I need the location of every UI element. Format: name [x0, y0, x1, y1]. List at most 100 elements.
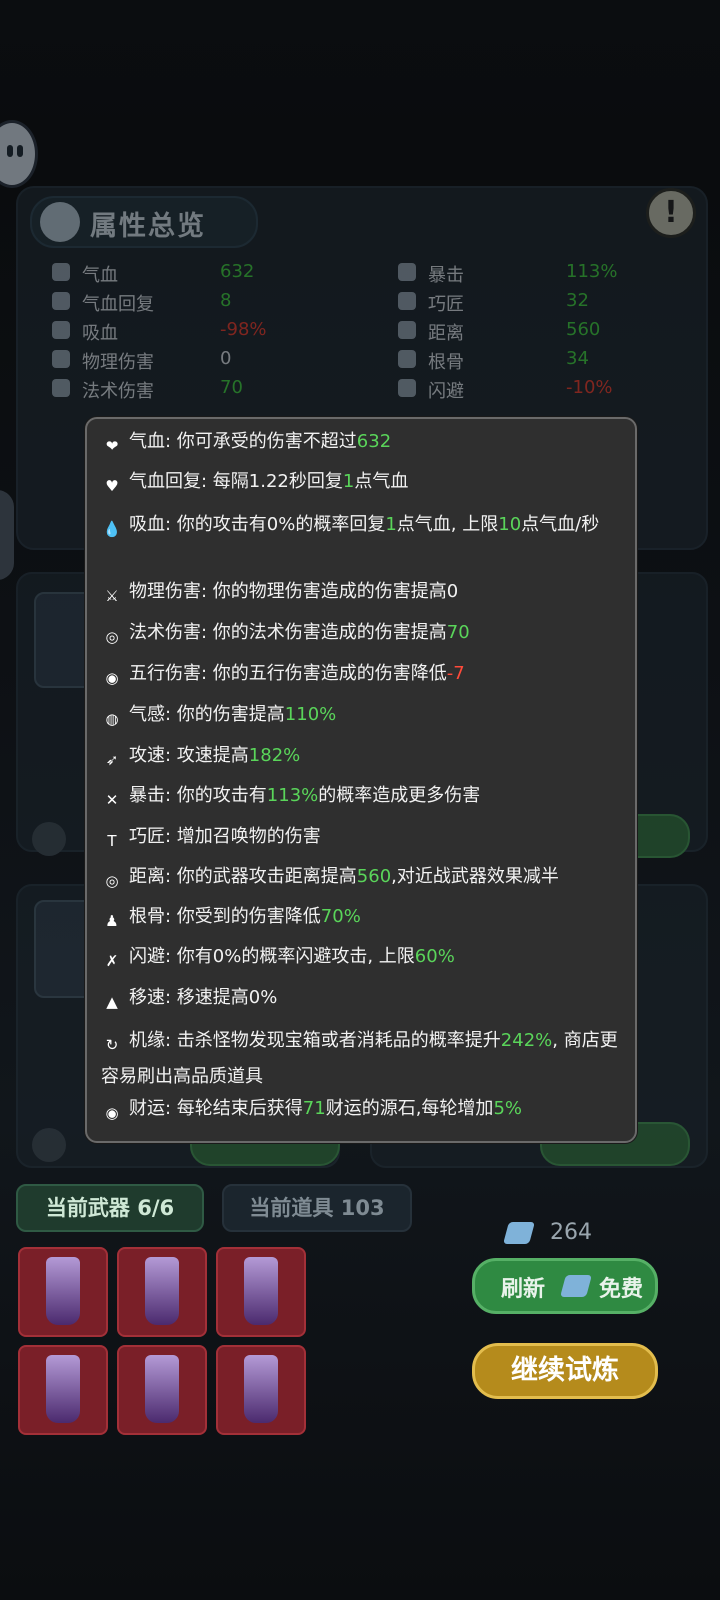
tooltip-text: 182% — [248, 745, 301, 766]
stat-value: 8 — [220, 290, 232, 311]
stat-icon — [398, 321, 416, 339]
stat-icon — [52, 350, 70, 368]
tooltip-text: 闪避: 你有0%的概率闪避攻击, 上限 — [129, 946, 415, 967]
blood-drop-icon: 💧 — [102, 520, 122, 538]
continue-trial-button[interactable]: 继续试炼 — [472, 1343, 658, 1399]
tooltip-text: 暴击: 你的攻击有 — [129, 785, 267, 806]
lock-icon[interactable] — [32, 822, 66, 856]
stat-icon — [52, 321, 70, 339]
heart-icon: ❤ — [105, 437, 119, 455]
chat-float-button[interactable] — [0, 120, 38, 188]
coin-icon: ◉ — [105, 1104, 119, 1122]
stat-icon — [398, 350, 416, 368]
lock-icon[interactable] — [32, 1128, 66, 1162]
tooltip-text: 财运的源石,每轮增加 — [325, 1098, 494, 1119]
tooltip-row: ◎ 距离: 你的武器攻击距离提高560,对近战武器效果减半 — [101, 862, 621, 892]
stat-name: 巧匠 — [428, 294, 464, 315]
tooltip-text: 吸血: 你的攻击有0%的概率回复 — [129, 514, 386, 535]
stat-name: 法术伤害 — [82, 381, 154, 402]
stat-value: -10% — [566, 377, 613, 398]
tooltip-text: 机缘: 击杀怪物发现宝箱或者消耗品的概率提升 — [129, 1030, 501, 1051]
tooltip-text: 气血回复: 每隔1.22秒回复 — [129, 471, 343, 492]
tooltip-row: ◉ 五行伤害: 你的五行伤害造成的伤害降低-7 — [101, 659, 621, 689]
tooltip-text: 气血: 你可承受的伤害不超过 — [129, 431, 357, 452]
crystal-icon — [560, 1275, 592, 1297]
tooltip-text: 点气血/秒 — [521, 514, 600, 535]
tooltip-text: 点气血, 上限 — [396, 514, 499, 535]
tooltip-row: ▲ 移速: 移速提高0% — [101, 983, 621, 1013]
side-handle[interactable] — [0, 490, 14, 580]
qi-icon: ◍ — [105, 710, 119, 728]
tooltip-row: T 巧匠: 增加召唤物的伤害 — [101, 822, 621, 852]
stat-name: 物理伤害 — [82, 352, 154, 373]
tooltip-row: ❤ 气血: 你可承受的伤害不超过632 — [101, 427, 621, 457]
tooltip-text: 113% — [266, 785, 319, 806]
stat-icon — [398, 379, 416, 397]
weapon-slot[interactable] — [117, 1345, 207, 1435]
tooltip-row: ✗ 闪避: 你有0%的概率闪避攻击, 上限60% — [101, 942, 621, 972]
stat-value: 113% — [566, 261, 618, 282]
luck-icon: ↻ — [105, 1036, 119, 1054]
info-button[interactable]: ! — [646, 188, 696, 238]
stat-value: 632 — [220, 261, 255, 282]
tooltip-text: 632 — [356, 431, 392, 452]
tooltip-row: ◉ 财运: 每轮结束后获得71财运的源石,每轮增加5% — [101, 1094, 621, 1124]
tooltip-text: 60% — [414, 946, 455, 967]
tooltip-text: 1 — [342, 471, 355, 492]
tooltip-text: ,对近战武器效果减半 — [391, 866, 559, 887]
crystal-icon — [503, 1222, 535, 1244]
weapon-slot[interactable] — [117, 1247, 207, 1337]
boot-icon: ▲ — [106, 993, 118, 1011]
stat-name: 根骨 — [428, 352, 464, 373]
attribute-tooltip: ❤ 气血: 你可承受的伤害不超过632 ♥ 气血回复: 每隔1.22秒回复1点气血 💧 吸… — [85, 417, 637, 1143]
tooltip-text: 物理伤害: 你的物理伤害造成的伤害提高0 — [129, 581, 459, 602]
tooltip-text: 70 — [446, 622, 470, 643]
five-elements-icon: ◉ — [105, 669, 119, 687]
stat-value: 560 — [566, 319, 601, 340]
weapon-slot[interactable] — [18, 1345, 108, 1435]
tooltip-row: ➶ 攻速: 攻速提高182% — [101, 741, 621, 771]
stat-value: 70 — [220, 377, 243, 398]
tooltip-row: ⚔ 物理伤害: 你的物理伤害造成的伤害提高0 — [101, 577, 621, 607]
tab-current-weapons[interactable]: 当前武器 6/6 — [16, 1184, 204, 1232]
character-icon — [40, 202, 80, 242]
tooltip-row: ↻ 机缘: 击杀怪物发现宝箱或者消耗品的概率提升242%, 商店更容易刷出高品质道… — [101, 1023, 621, 1095]
tooltip-text: 法术伤害: 你的法术伤害造成的伤害提高 — [129, 622, 447, 643]
game-screen: 属性总览 ! 气血 632 气血回复 8 吸血 -98% 物理伤害 0 法术伤害 70 暴击 113… — [0, 0, 720, 1600]
heart-regen-icon: ♥ — [105, 477, 119, 495]
tooltip-row: ♥ 气血回复: 每隔1.22秒回复1点气血 — [101, 467, 621, 497]
tooltip-row: ◍ 气感: 你的伤害提高110% — [101, 700, 621, 730]
stat-name: 距离 — [428, 323, 464, 344]
tooltip-text: 10 — [498, 514, 522, 535]
tooltip-text: 560 — [356, 866, 392, 887]
weapon-slot[interactable] — [216, 1345, 306, 1435]
crystal-count: 264 — [550, 1220, 592, 1245]
stat-name: 气血 — [82, 265, 118, 286]
stat-icon — [52, 292, 70, 310]
stat-name: 吸血 — [82, 323, 118, 344]
weapon-slot[interactable] — [18, 1247, 108, 1337]
tooltip-row: ♟ 根骨: 你受到的伤害降低70% — [101, 902, 621, 932]
tooltip-text: 242% — [500, 1030, 553, 1051]
sword-icon: ⚔ — [105, 587, 119, 605]
attributes-title: 属性总览 — [30, 196, 258, 248]
attack-speed-icon: ➶ — [105, 751, 119, 769]
tab-current-items[interactable]: 当前道具 103 — [222, 1184, 412, 1232]
stat-value: 32 — [566, 290, 589, 311]
tooltip-text: 1 — [385, 514, 397, 535]
stat-icon — [52, 379, 70, 397]
tooltip-text: 移速: 移速提高0% — [129, 987, 278, 1008]
tooltip-text: 5% — [493, 1098, 522, 1119]
tooltip-row: ✕ 暴击: 你的攻击有113%的概率造成更多伤害 — [101, 781, 621, 811]
tooltip-text: 距离: 你的武器攻击距离提高 — [129, 866, 357, 887]
refresh-button[interactable]: 刷新 免费 — [472, 1258, 658, 1314]
dodge-icon: ✗ — [105, 952, 119, 970]
stat-icon — [52, 263, 70, 281]
weapon-slot[interactable] — [216, 1247, 306, 1337]
stat-value: 34 — [566, 348, 589, 369]
tooltip-text: 财运: 每轮结束后获得 — [129, 1098, 303, 1119]
stat-value: 0 — [220, 348, 232, 369]
tooltip-text: -7 — [446, 663, 465, 684]
tooltip-text: 巧匠: 增加召唤物的伤害 — [129, 826, 321, 847]
meditation-icon: ♟ — [105, 912, 119, 930]
